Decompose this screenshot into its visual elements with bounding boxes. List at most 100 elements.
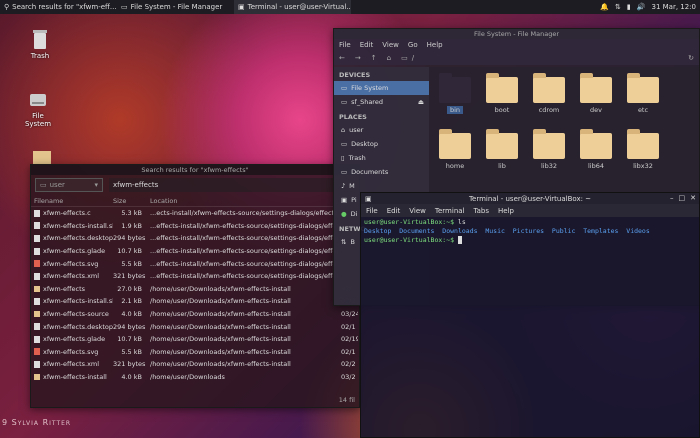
eject-icon[interactable]: ⏏ [418, 98, 429, 106]
menu-file[interactable]: File [339, 41, 351, 49]
search-toolbar: ▭ user ▾ xfwm-effects [31, 175, 359, 195]
folder-item[interactable]: boot [480, 73, 524, 114]
terminal-icon: ▣ [365, 194, 372, 203]
folder-item[interactable]: lib32 [527, 129, 571, 170]
desktop-trash[interactable]: Trash [20, 28, 60, 60]
back-icon[interactable]: ← [339, 54, 345, 62]
filename-text: xfwm-effects.desktop [43, 234, 113, 243]
task-file-manager[interactable]: ▭ File System - File Manager [117, 0, 234, 14]
table-row[interactable]: xfwm-effects.xml 321 bytes ...effects-inst… [31, 270, 359, 283]
col-filename[interactable]: Filename [31, 197, 113, 205]
window-title: Terminal - user@user-VirtualBox: ~ [468, 194, 592, 203]
network-icon: ⇅ [341, 238, 347, 246]
task-terminal[interactable]: ▣ Terminal - user@user-Virtual... [234, 0, 351, 14]
desktop-filesystem[interactable]: File System [18, 88, 58, 128]
drive-icon: ▭ [401, 53, 408, 62]
menu-view[interactable]: View [382, 41, 399, 49]
file-icon [34, 348, 40, 356]
folder-item[interactable]: lib64 [574, 129, 618, 170]
cell-location: /home/user/Downloads/xfwm-effects-instal… [150, 310, 291, 319]
sidebar-item-documents[interactable]: ▭ Documents [334, 165, 429, 179]
location-dropdown[interactable]: ▭ user ▾ [35, 178, 103, 192]
table-row[interactable]: xfwm-effects-install.sh 2.1 kB/home/user/… [31, 295, 359, 308]
table-row[interactable]: xfwm-effects.glade 10.7 kB/home/user/Down… [31, 333, 359, 346]
sidebar-item-filesystem[interactable]: ▭ File System [334, 81, 429, 95]
table-row[interactable]: xfwm-effects 27.0 kB/home/user/Downloads/… [31, 283, 359, 296]
menu-tabs[interactable]: Tabs [474, 207, 490, 215]
desktop-icon-label: File System [24, 112, 52, 128]
terminal-output[interactable]: user@user-VirtualBox:~$ ls Desktop Docum… [361, 217, 699, 246]
sidebar-item-music[interactable]: ♪ M [334, 179, 429, 193]
table-row[interactable]: xfwm-effects.glade 10.7 kB ...effects-inst… [31, 245, 359, 258]
cell-size: 321 bytes [113, 272, 146, 281]
menu-edit[interactable]: Edit [387, 207, 401, 215]
folder-icon [533, 73, 565, 103]
col-size[interactable]: Size [113, 197, 145, 205]
folder-item[interactable]: cdrom [527, 73, 571, 114]
task-label: File System - File Manager [130, 3, 223, 11]
folder-icon [486, 73, 518, 103]
table-row[interactable]: xfwm-effects.desktop 294 bytes ...effects-… [31, 232, 359, 245]
menu-edit[interactable]: Edit [360, 41, 374, 49]
prompt: user@user-VirtualBox:~$ [364, 218, 455, 226]
cell-filename: xfwm-effects.desktop [31, 234, 113, 242]
folder-item[interactable]: etc [621, 73, 665, 114]
maximize-icon[interactable]: □ [679, 194, 686, 202]
table-row[interactable]: xfwm-effects.xml 321 bytes/home/user/Down… [31, 358, 359, 371]
minimize-icon[interactable]: – [670, 194, 674, 202]
menu-go[interactable]: Go [408, 41, 418, 49]
table-row[interactable]: xfwm-effects-source 4.0 kB/home/user/Down… [31, 308, 359, 321]
table-row[interactable]: xfwm-effects.svg 5.5 kB ...effects-install… [31, 257, 359, 270]
filename-text: xfwm-effects.xml [43, 272, 100, 281]
menu-help[interactable]: Help [427, 41, 443, 49]
forward-icon[interactable]: → [355, 54, 361, 62]
table-row[interactable]: xfwm-effects-install.sh 1.9 kB ...effects-… [31, 220, 359, 233]
cell-modified: 02/1 [341, 347, 356, 356]
folder-item[interactable]: lib [480, 129, 524, 170]
filename-text: xfwm-effects.xml [43, 360, 100, 369]
close-icon[interactable]: ✕ [690, 194, 696, 202]
table-row[interactable]: xfwm-effects.c 5.3 kB ...ects-install/xfwm… [31, 207, 359, 220]
folder-item[interactable]: libx32 [621, 129, 665, 170]
cell-size: 2.1 kB [121, 297, 142, 306]
sidebar-item-user[interactable]: ⌂ user [334, 123, 429, 137]
cell-modified: 03/24 [341, 310, 358, 319]
up-icon[interactable]: ↑ [371, 54, 377, 62]
reload-icon[interactable]: ↻ [688, 54, 694, 62]
terminal-menubar: File Edit View Terminal Tabs Help [361, 204, 699, 217]
menu-view[interactable]: View [409, 207, 426, 215]
volume-icon[interactable]: 🔊 [637, 3, 646, 11]
cell-location: /home/user/Downloads [150, 373, 225, 382]
folder-item[interactable]: dev [574, 73, 618, 114]
home-icon[interactable]: ⌂ [387, 54, 391, 62]
table-row[interactable]: xfwm-effects-install 4.0 kB/home/user/Dow… [31, 371, 359, 384]
terminal-titlebar[interactable]: ▣ Terminal - user@user-VirtualBox: ~ – □… [361, 193, 699, 204]
fm-titlebar[interactable]: File System - File Manager [334, 29, 699, 39]
sidebar-item-sf-shared[interactable]: ▭ sf_Shared ⏏ [334, 95, 429, 109]
table-row[interactable]: xfwm-effects.desktop 294 bytes/home/user/… [31, 320, 359, 333]
folder-icon [486, 129, 518, 159]
col-location[interactable]: Location [145, 197, 338, 205]
menu-terminal[interactable]: Terminal [435, 207, 465, 215]
menu-file[interactable]: File [366, 207, 378, 215]
folder-item[interactable]: home [433, 129, 477, 170]
sidebar-item-trash[interactable]: ▯ Trash [334, 151, 429, 165]
task-search[interactable]: ⚲ Search results for "xfwm-eff... [0, 0, 117, 14]
cell-location: ...effects-install/xfwm-effects-source/s… [150, 272, 338, 281]
clock[interactable]: 31 Mar, 12:0 [651, 3, 696, 11]
table-row[interactable]: xfwm-effects.svg 5.5 kB/home/user/Downloa… [31, 346, 359, 359]
filename-text: xfwm-effects.desktop [43, 322, 113, 331]
battery-icon[interactable]: ▮ [627, 3, 631, 11]
network-icon[interactable]: ⇅ [615, 3, 621, 11]
path-bar[interactable]: ▭ / [401, 54, 414, 62]
trash-icon [33, 30, 47, 49]
search-query-input[interactable]: xfwm-effects [109, 178, 355, 192]
location-value: user [49, 181, 65, 189]
folder-item[interactable]: bin [433, 73, 477, 114]
search-titlebar[interactable]: Search results for "xfwm-effects" [31, 165, 359, 175]
cell-location: ...ects-install/xfwm-effects-source/sett… [150, 209, 338, 218]
bell-icon[interactable]: 🔔 [600, 3, 609, 11]
sidebar-item-desktop[interactable]: ▭ Desktop [334, 137, 429, 151]
menu-help[interactable]: Help [498, 207, 514, 215]
cell-size: 5.5 kB [121, 347, 142, 356]
